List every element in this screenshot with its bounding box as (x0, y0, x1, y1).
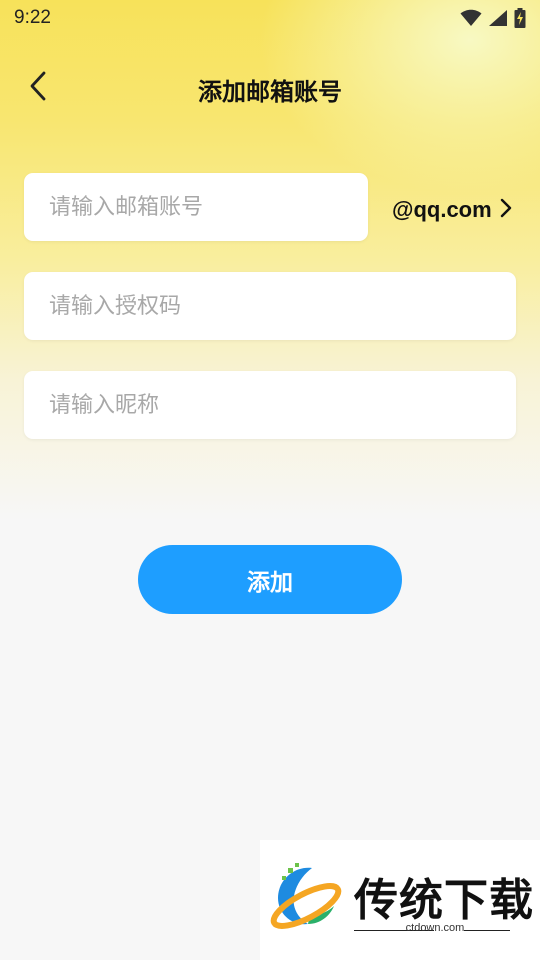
domain-label: @qq.com (392, 197, 492, 222)
nav-bar: 添加邮箱账号 (0, 60, 540, 116)
status-time: 9:22 (14, 7, 51, 28)
signal-icon (488, 9, 508, 27)
status-icons (460, 8, 526, 28)
watermark-title: 传统下载 (354, 875, 534, 926)
status-bar: 9:22 (0, 0, 540, 36)
battery-charging-icon (514, 8, 526, 28)
nickname-input[interactable] (24, 371, 516, 439)
nickname-field (24, 371, 516, 439)
email-input[interactable] (24, 173, 368, 241)
watermark: 传统下载 ctdown.com (260, 840, 540, 960)
watermark-url: ctdown.com (405, 922, 465, 934)
add-button[interactable]: 添加 (138, 545, 402, 614)
auth-code-input[interactable] (24, 272, 516, 340)
page-title: 添加邮箱账号 (198, 78, 342, 106)
auth-code-field (24, 272, 516, 340)
domain-selector[interactable]: @qq.com (392, 190, 512, 230)
wifi-icon (460, 9, 482, 27)
email-field (24, 173, 368, 241)
chevron-right-icon (500, 198, 512, 222)
